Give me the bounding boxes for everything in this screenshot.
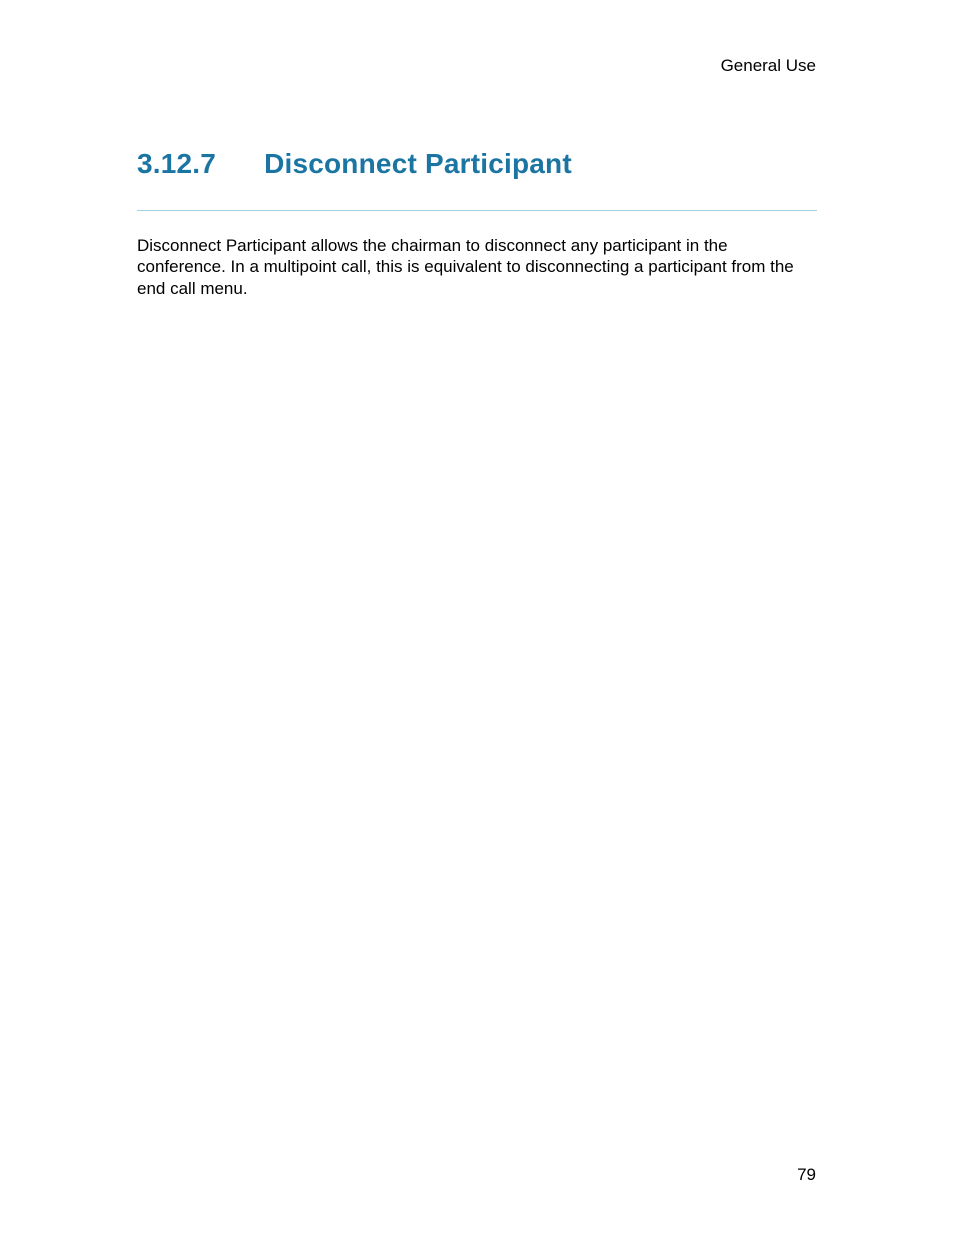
body-paragraph: Disconnect Participant allows the chairm… [137, 235, 817, 299]
header-section-label: General Use [721, 56, 816, 76]
heading-divider [137, 210, 817, 211]
section-title: Disconnect Participant [264, 148, 572, 179]
document-page: General Use 3.12.7 Disconnect Participant… [0, 0, 954, 1235]
page-number: 79 [797, 1165, 816, 1185]
section-number: 3.12.7 [137, 148, 216, 180]
section-heading: 3.12.7 Disconnect Participant [137, 148, 572, 180]
